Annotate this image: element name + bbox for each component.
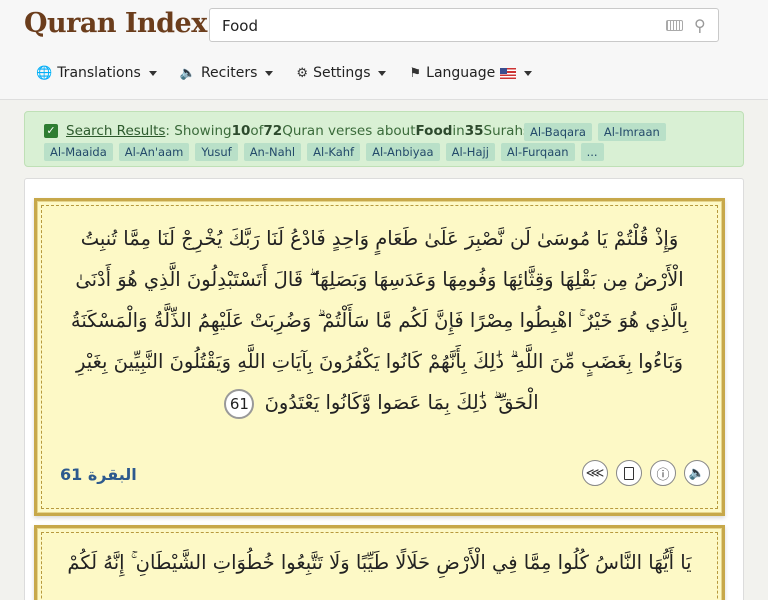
us-flag-icon [500,67,517,79]
reciters-label: Reciters [200,65,258,81]
share-icon: ⋘ [585,465,605,481]
checkbox-icon: ✓ [44,124,58,138]
in-text: in [452,123,465,139]
verse-card: يَا أَيُّهَا النَّاسُ كُلُوا مِمَّا فِي … [34,525,725,600]
translations-label: Translations [57,65,141,81]
globe-icon: 🌐 [36,65,53,81]
info-icon: ⓘ [656,467,670,483]
surah-tag[interactable]: Al-Hajj [445,143,495,161]
surah-tag[interactable]: ... [580,143,604,161]
translations-menu[interactable]: 🌐 Translations [36,65,157,81]
verse-actions: ⋘ ⓘ 🔈 [582,460,710,486]
showing-text: : Showing [165,123,232,139]
language-label: Language [426,65,496,81]
chevron-down-icon [148,70,157,76]
settings-menu[interactable]: ⚙ Settings [296,65,387,81]
surah-tags-row1: Al-Baqara Al-Imraan [524,123,666,141]
search-icon[interactable]: ⚲ [694,16,706,35]
pdf-button[interactable] [616,460,642,486]
verse-card: وَإِذْ قُلْتُمْ يَا مُوسَىٰ لَن نَّصْبِر… [34,198,725,516]
site-logo[interactable]: Quran Index [24,8,207,39]
shown-count: 10 [231,123,251,139]
verses-about-text: Quran verses about [282,123,416,139]
surah-tag[interactable]: Al-Baqara [524,123,592,141]
reciters-menu[interactable]: 🔈 Reciters [180,65,274,81]
language-menu[interactable]: ⚑ Language [409,65,533,81]
logo-text: Quran Index [24,8,207,39]
surah-tag[interactable]: Al-Furqaan [500,143,575,161]
ayah-number-badge: 61 [224,388,255,419]
verse-arabic-text: وَإِذْ قُلْتُمْ يَا مُوسَىٰ لَن نَّصْبِر… [70,227,689,414]
surah-tag[interactable]: Al-Kahf [307,143,361,161]
surah-tag[interactable]: Al-An'aam [118,143,190,161]
topic-text: Food [415,123,453,139]
verse-text: وَإِذْ قُلْتُمْ يَا مُوسَىٰ لَن نَّصْبِر… [61,218,698,423]
verse-reference-link[interactable]: البقرة 61 [60,465,137,484]
speaker-icon: 🔈 [688,465,706,481]
flag-icon: ⚑ [409,65,422,81]
chevron-down-icon [378,70,387,76]
surah-tag[interactable]: Al-Anbiyaa [366,143,440,161]
results-summary: ✓ Search Results : Showing 10 of 72 Qura… [44,123,530,139]
share-button[interactable]: ⋘ [582,460,608,486]
search-results-alert: ✓ Search Results : Showing 10 of 72 Qura… [24,111,744,167]
surah-tag[interactable]: Yusuf [195,143,238,161]
verse-arabic-text: يَا أَيُّهَا النَّاسُ كُلُوا مِمَّا فِي … [67,551,692,574]
search-results-link[interactable]: Search Results [66,123,165,139]
search-input[interactable] [222,16,642,36]
surah-tag[interactable]: Al-Imraan [597,123,666,141]
search-box[interactable]: ⚲ [209,8,719,42]
pdf-icon [624,466,634,480]
total-count: 72 [263,123,283,139]
menu-bar: 🌐 Translations 🔈 Reciters ⚙ Settings ⚑ L… [36,65,555,81]
settings-label: Settings [313,65,371,81]
keyboard-icon[interactable] [666,20,683,31]
info-button[interactable]: ⓘ [650,460,676,486]
surah-tag[interactable]: Al-Maaida [44,143,113,161]
chevron-down-icon [524,70,533,76]
surah-count: 35 [464,123,484,139]
gear-icon: ⚙ [296,65,309,81]
play-audio-button[interactable]: 🔈 [684,460,710,486]
of-text: of [250,123,264,139]
chevron-down-icon [265,70,274,76]
surah-tag[interactable]: An-Nahl [243,143,302,161]
verse-text: يَا أَيُّهَا النَّاسُ كُلُوا مِمَّا فِي … [61,542,698,583]
volume-icon: 🔈 [179,65,196,81]
surah-tags-row2: Al-Maaida Al-An'aam Yusuf An-Nahl Al-Kahf Al-… [44,143,604,161]
top-bar: Quran Index ⚲ 🌐 Translations 🔈 Reciters … [0,0,768,100]
